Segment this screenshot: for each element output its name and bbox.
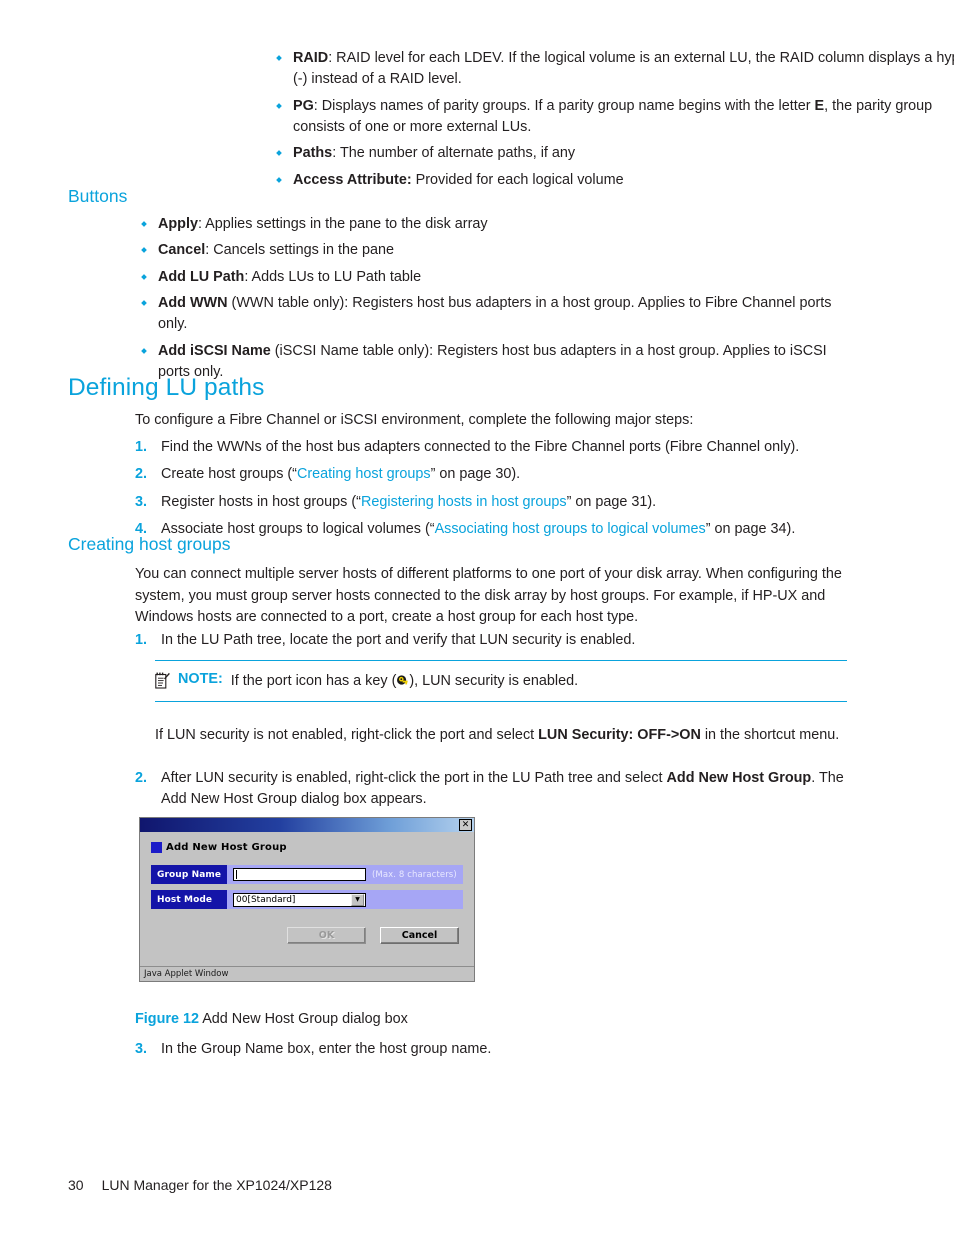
- list-item: Paths: The number of alternate paths, if…: [270, 143, 954, 164]
- term-access-attribute: Access Attribute:: [293, 171, 412, 188]
- section-heading-buttons: Buttons: [68, 186, 128, 206]
- host-mode-area: 00[Standard] ▼: [227, 890, 463, 909]
- step-item: In the LU Path tree, locate the port and…: [135, 630, 865, 652]
- group-name-row: Group Name (Max. 8 characters): [151, 865, 463, 884]
- term-add-wwn-desc: (WWN table only): Registers host bus ada…: [158, 294, 832, 333]
- dialog-body: Add New Host Group Group Name (Max. 8 ch…: [140, 832, 474, 966]
- step-4-post: ” on page 34).: [705, 520, 796, 537]
- step-item: Create host groups (“Creating host group…: [135, 464, 865, 486]
- term-cancel: Cancel: [158, 242, 206, 259]
- creating-step-3-text: In the Group Name box, enter the host gr…: [161, 1041, 492, 1057]
- term-pg-emphasis: E: [814, 97, 825, 114]
- term-access-attribute-desc: Provided for each logical volume: [411, 171, 624, 188]
- term-apply: Apply: [158, 216, 198, 232]
- list-item: PG: Displays names of parity groups. If …: [270, 96, 954, 139]
- after-note-text-a: If LUN security is not enabled, right-cl…: [155, 727, 539, 743]
- section-heading-creating-host-groups: Creating host groups: [68, 534, 231, 554]
- step-item: In the Group Name box, enter the host gr…: [135, 1039, 835, 1061]
- dialog-heading-text: Add New Host Group: [166, 842, 287, 853]
- after-note-bold: LUN Security: OFF->ON: [538, 727, 701, 743]
- note-icon: [155, 672, 170, 689]
- list-item: Add WWN (WWN table only): Registers host…: [135, 293, 850, 336]
- footer-title: LUN Manager for the XP1024/XP128: [101, 1177, 332, 1193]
- term-add-wwn: Add WWN: [158, 294, 228, 311]
- step-3-post: ” on page 31).: [566, 493, 657, 510]
- dialog-button-row: OK Cancel: [151, 915, 463, 944]
- buttons-list: Apply: Applies settings in the pane to t…: [135, 214, 850, 388]
- creating-step-1-text: In the LU Path tree, locate the port and…: [161, 632, 636, 648]
- group-name-input[interactable]: [233, 868, 366, 881]
- term-pg-desc-a: : Displays names of parity groups. If a …: [313, 97, 815, 114]
- key-icon: [396, 673, 409, 686]
- figure-caption: Figure 12 Add New Host Group dialog box: [135, 1011, 408, 1027]
- creating-step-1-list: In the LU Path tree, locate the port and…: [135, 630, 865, 657]
- xref-creating-host-groups[interactable]: Creating host groups: [297, 466, 431, 482]
- term-paths: Paths: [293, 145, 333, 162]
- list-item: Cancel: Cancels settings in the pane: [135, 240, 850, 261]
- term-pg: PG: [293, 97, 314, 114]
- figure-number: Figure 12: [135, 1011, 199, 1027]
- after-note-paragraph: If LUN security is not enabled, right-cl…: [155, 725, 855, 747]
- dialog-titlebar: ✕: [140, 818, 474, 832]
- step-2-pre: Create host groups (“: [161, 466, 297, 483]
- dialog-heading-row: Add New Host Group: [151, 842, 463, 853]
- host-mode-value: 00[Standard]: [236, 894, 296, 905]
- dialog-statusbar: Java Applet Window: [140, 966, 474, 981]
- page-footer: 30 LUN Manager for the XP1024/XP128: [68, 1177, 332, 1193]
- note-label: NOTE:: [178, 671, 223, 687]
- creating-step-3-list: In the Group Name box, enter the host gr…: [135, 1039, 835, 1066]
- note-text-after-icon: ), LUN security is enabled.: [409, 673, 579, 689]
- step-item: After LUN security is enabled, right-cli…: [135, 768, 855, 811]
- add-new-host-group-dialog: ✕ Add New Host Group Group Name (Max. 8 …: [139, 817, 475, 982]
- host-mode-row: Host Mode 00[Standard] ▼: [151, 890, 463, 909]
- defining-steps-list: Find the WWNs of the host bus adapters c…: [135, 437, 865, 546]
- step-3-pre: Register hosts in host groups (“: [161, 493, 361, 510]
- defining-intro-paragraph: To configure a Fibre Channel or iSCSI en…: [135, 412, 694, 428]
- dialog-heading-swatch-icon: [151, 842, 162, 853]
- creating-step-2-bold: Add New Host Group: [666, 770, 812, 786]
- term-add-lu-path-desc: : Adds LUs to LU Path table: [244, 268, 422, 285]
- term-apply-desc: : Applies settings in the pane to the di…: [197, 216, 488, 232]
- list-item: Apply: Applies settings in the pane to t…: [135, 214, 850, 235]
- after-note-text-b: in the shortcut menu.: [700, 727, 840, 743]
- list-item: Add LU Path: Adds LUs to LU Path table: [135, 267, 850, 288]
- term-cancel-desc: : Cancels settings in the pane: [205, 242, 394, 259]
- note-text-before-icon: If the port icon has a key (: [230, 673, 397, 689]
- document-page: RAID: RAID level for each LDEV. If the l…: [0, 0, 954, 1235]
- dialog-spacer: [151, 944, 463, 966]
- close-icon[interactable]: ✕: [459, 819, 472, 831]
- host-mode-label: Host Mode: [151, 890, 227, 909]
- term-add-lu-path: Add LU Path: [158, 268, 245, 285]
- group-name-hint: (Max. 8 characters): [372, 869, 457, 880]
- host-mode-select[interactable]: 00[Standard] ▼: [233, 892, 366, 907]
- cancel-button[interactable]: Cancel: [380, 927, 459, 944]
- section-heading-defining-lu-paths: Defining LU paths: [68, 374, 265, 401]
- ok-button[interactable]: OK: [287, 927, 366, 944]
- note-callout: NOTE: If the port icon has a key ( ), LUN…: [155, 660, 847, 703]
- list-item: Access Attribute: Provided for each logi…: [270, 170, 954, 191]
- term-add-iscsi-name: Add iSCSI Name: [158, 342, 271, 359]
- creating-host-groups-paragraph: You can connect multiple server hosts of…: [135, 566, 842, 626]
- step-1-text: Find the WWNs of the host bus adapters c…: [161, 439, 800, 455]
- step-item: Register hosts in host groups (“Register…: [135, 492, 865, 514]
- xref-registering-hosts-in-host-groups[interactable]: Registering hosts in host groups: [361, 494, 567, 510]
- term-raid: RAID: [293, 50, 329, 66]
- column-descriptions-list: RAID: RAID level for each LDEV. If the l…: [270, 48, 954, 196]
- page-number: 30: [68, 1177, 84, 1193]
- figure-caption-text: Add New Host Group dialog box: [202, 1011, 408, 1027]
- note-text: If the port icon has a key ( ), LUN secur…: [231, 671, 578, 691]
- chevron-down-icon[interactable]: ▼: [351, 893, 364, 906]
- group-name-label: Group Name: [151, 865, 227, 884]
- creating-step-2-text-a: After LUN security is enabled, right-cli…: [161, 770, 667, 786]
- text-caret: [236, 870, 237, 879]
- creating-step-2-list: After LUN security is enabled, right-cli…: [135, 768, 855, 817]
- step-item: Find the WWNs of the host bus adapters c…: [135, 437, 865, 459]
- step-item: Associate host groups to logical volumes…: [135, 519, 865, 541]
- xref-associating-host-groups-to-logical-volumes[interactable]: Associating host groups to logical volum…: [435, 521, 706, 537]
- step-2-post: ” on page 30).: [430, 466, 521, 483]
- term-raid-desc: : RAID level for each LDEV. If the logic…: [293, 50, 954, 88]
- group-name-area: (Max. 8 characters): [227, 865, 463, 884]
- list-item: RAID: RAID level for each LDEV. If the l…: [270, 48, 954, 91]
- term-paths-desc: : The number of alternate paths, if any: [332, 145, 576, 162]
